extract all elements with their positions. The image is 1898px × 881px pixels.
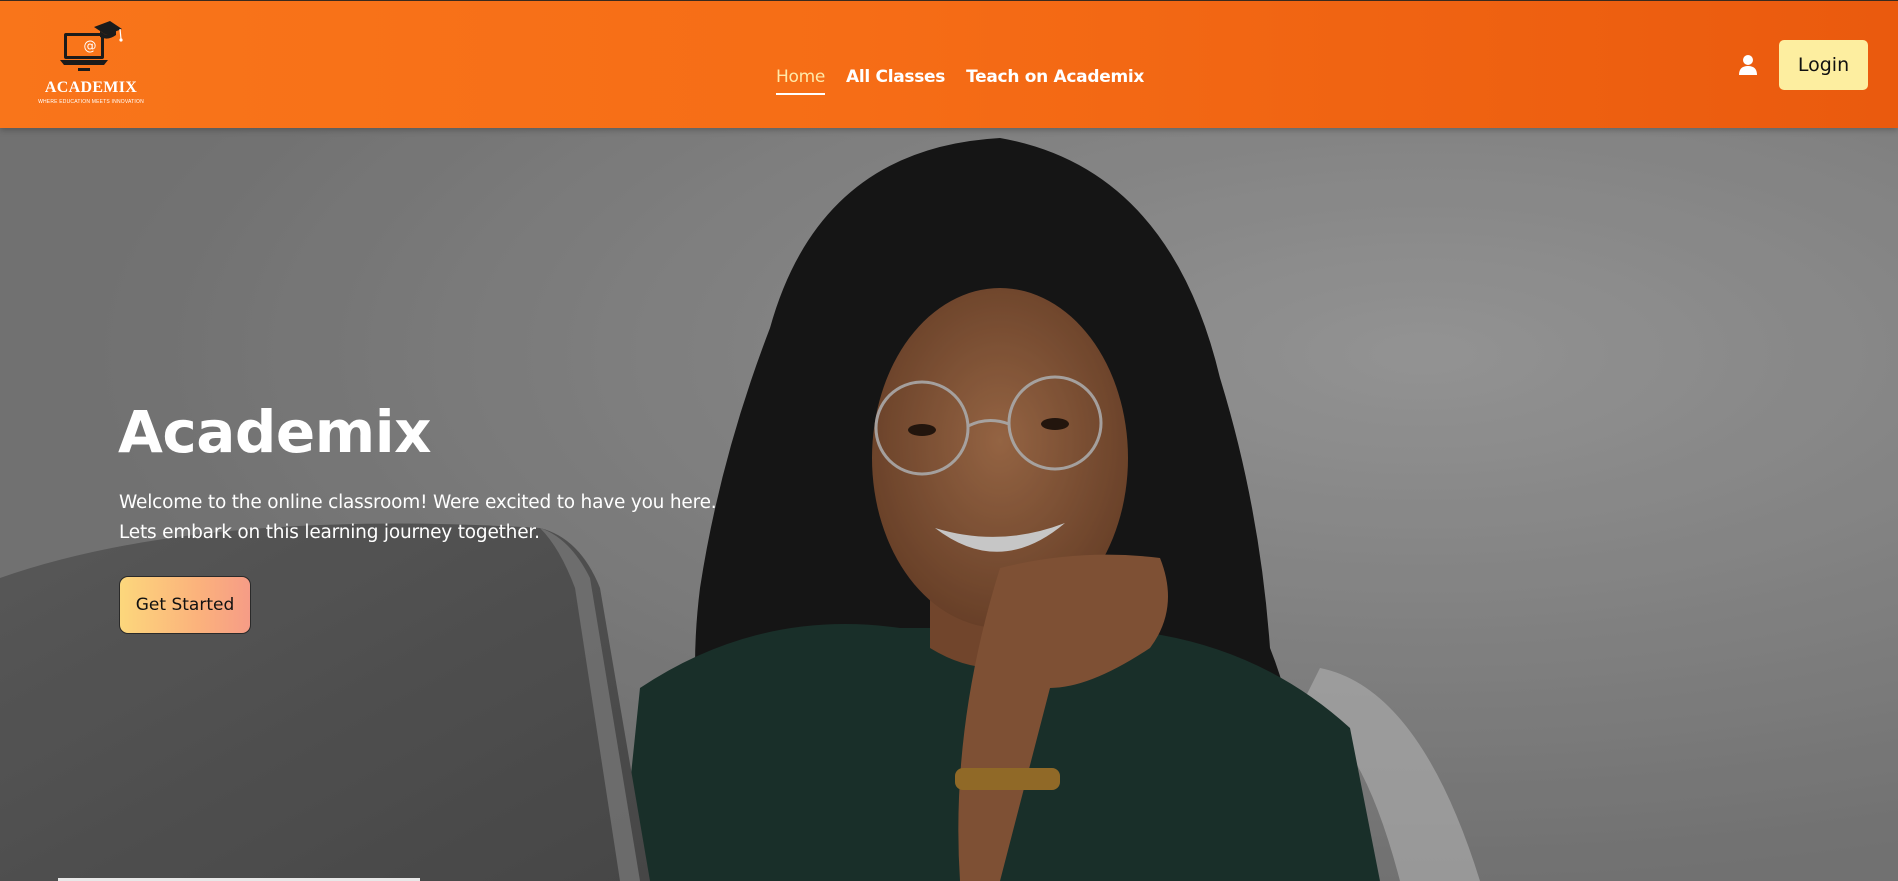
login-button[interactable]: Login <box>1779 40 1868 90</box>
brand-name: ACADEMIX <box>44 79 138 96</box>
get-started-button[interactable]: Get Started <box>119 576 251 634</box>
brand-logo[interactable]: @ ACADEMIX WHERE EDUCATION MEETS INNOVAT… <box>34 19 148 111</box>
nav-teach-on-academix[interactable]: Teach on Academix <box>966 67 1144 95</box>
hero-description-line-1: Welcome to the online classroom! Were ex… <box>119 492 717 513</box>
nav-home[interactable]: Home <box>776 67 825 95</box>
main-nav: Home All Classes Teach on Academix <box>776 67 1144 95</box>
hero-title: Academix <box>118 398 432 466</box>
user-icon[interactable] <box>1738 54 1758 76</box>
brand-tagline: WHERE EDUCATION MEETS INNOVATION <box>38 99 144 105</box>
hero-section: Academix Welcome to the online classroom… <box>0 128 1898 881</box>
site-header: @ ACADEMIX WHERE EDUCATION MEETS INNOVAT… <box>0 0 1898 128</box>
hero-description: Welcome to the online classroom! Were ex… <box>119 488 739 548</box>
logo-at-symbol: @ <box>83 39 97 54</box>
hero-description-line-2: Lets embark on this learning journey tog… <box>119 522 540 543</box>
nav-all-classes[interactable]: All Classes <box>846 67 945 95</box>
